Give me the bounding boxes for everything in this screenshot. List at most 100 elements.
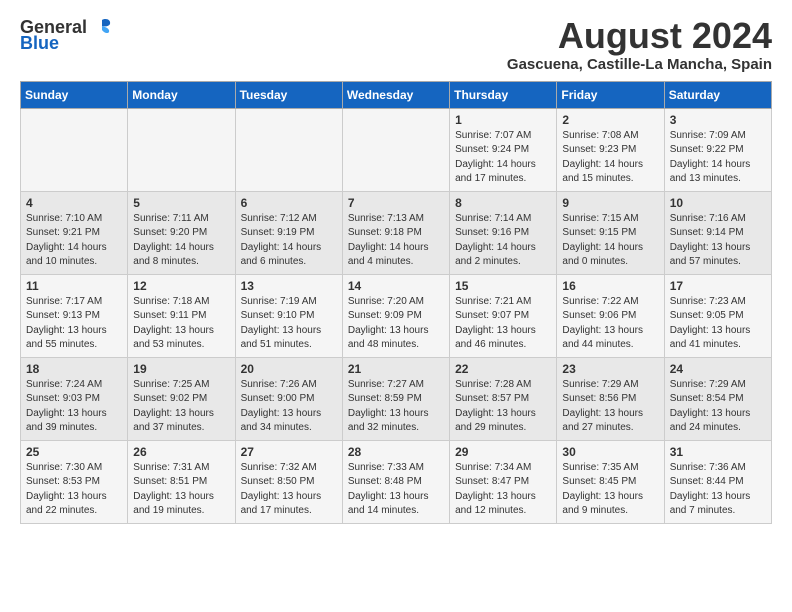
calendar-cell: 9 Sunrise: 7:15 AM Sunset: 9:15 PM Daylig…	[557, 191, 664, 274]
calendar-cell	[128, 108, 235, 191]
day-number: 30	[562, 445, 658, 459]
day-number: 22	[455, 362, 551, 376]
day-number: 6	[241, 196, 337, 210]
weekday-header-thursday: Thursday	[450, 81, 557, 108]
day-number: 18	[26, 362, 122, 376]
day-info: Sunrise: 7:18 AM Sunset: 9:11 PM Dayligh…	[133, 295, 229, 353]
day-info: Sunrise: 7:10 AM Sunset: 9:21 PM Dayligh…	[26, 212, 122, 270]
day-number: 14	[348, 279, 444, 293]
calendar-cell: 6 Sunrise: 7:12 AM Sunset: 9:19 PM Daylig…	[235, 191, 342, 274]
day-number: 29	[455, 445, 551, 459]
calendar-cell: 25 Sunrise: 7:30 AM Sunset: 8:53 PM Dayli…	[21, 440, 128, 523]
calendar-cell: 24 Sunrise: 7:29 AM Sunset: 8:54 PM Dayli…	[664, 357, 771, 440]
day-info: Sunrise: 7:28 AM Sunset: 8:57 PM Dayligh…	[455, 378, 551, 436]
calendar-table: SundayMondayTuesdayWednesdayThursdayFrid…	[20, 81, 772, 524]
day-number: 13	[241, 279, 337, 293]
main-title: August 2024	[507, 16, 772, 56]
day-info: Sunrise: 7:26 AM Sunset: 9:00 PM Dayligh…	[241, 378, 337, 436]
calendar-cell: 17 Sunrise: 7:23 AM Sunset: 9:05 PM Dayli…	[664, 274, 771, 357]
weekday-header-friday: Friday	[557, 81, 664, 108]
calendar-cell: 10Sunrise: 7:16 AM Sunset: 9:14 PM Dayli…	[664, 191, 771, 274]
day-info: Sunrise: 7:20 AM Sunset: 9:09 PM Dayligh…	[348, 295, 444, 353]
calendar-cell: 21 Sunrise: 7:27 AM Sunset: 8:59 PM Dayli…	[342, 357, 449, 440]
weekday-header-wednesday: Wednesday	[342, 81, 449, 108]
calendar-cell: 14 Sunrise: 7:20 AM Sunset: 9:09 PM Dayli…	[342, 274, 449, 357]
day-number: 19	[133, 362, 229, 376]
day-number: 2	[562, 113, 658, 127]
weekday-header-saturday: Saturday	[664, 81, 771, 108]
day-info: Sunrise: 7:24 AM Sunset: 9:03 PM Dayligh…	[26, 378, 122, 436]
calendar-week-row: 11 Sunrise: 7:17 AM Sunset: 9:13 PM Dayli…	[21, 274, 772, 357]
day-number: 3	[670, 113, 766, 127]
day-info: Sunrise: 7:14 AM Sunset: 9:16 PM Dayligh…	[455, 212, 551, 270]
day-info: Sunrise: 7:12 AM Sunset: 9:19 PM Dayligh…	[241, 212, 337, 270]
weekday-header-sunday: Sunday	[21, 81, 128, 108]
subtitle: Gascuena, Castille-La Mancha, Spain	[507, 56, 772, 73]
calendar-cell: 31 Sunrise: 7:36 AM Sunset: 8:44 PM Dayli…	[664, 440, 771, 523]
day-info: Sunrise: 7:22 AM Sunset: 9:06 PM Dayligh…	[562, 295, 658, 353]
day-number: 25	[26, 445, 122, 459]
day-number: 10	[670, 196, 766, 210]
day-info: Sunrise: 7:30 AM Sunset: 8:53 PM Dayligh…	[26, 461, 122, 519]
calendar-cell: 26 Sunrise: 7:31 AM Sunset: 8:51 PM Dayli…	[128, 440, 235, 523]
day-info: Sunrise: 7:19 AM Sunset: 9:10 PM Dayligh…	[241, 295, 337, 353]
day-number: 17	[670, 279, 766, 293]
day-info: Sunrise: 7:31 AM Sunset: 8:51 PM Dayligh…	[133, 461, 229, 519]
day-info: Sunrise: 7:09 AM Sunset: 9:22 PM Dayligh…	[670, 129, 766, 187]
day-number: 11	[26, 279, 122, 293]
logo-bird-icon	[91, 16, 113, 38]
weekday-header-monday: Monday	[128, 81, 235, 108]
day-info: Sunrise: 7:07 AM Sunset: 9:24 PM Dayligh…	[455, 129, 551, 187]
day-number: 15	[455, 279, 551, 293]
day-info: Sunrise: 7:34 AM Sunset: 8:47 PM Dayligh…	[455, 461, 551, 519]
day-info: Sunrise: 7:35 AM Sunset: 8:45 PM Dayligh…	[562, 461, 658, 519]
day-number: 27	[241, 445, 337, 459]
calendar-cell: 15Sunrise: 7:21 AM Sunset: 9:07 PM Dayli…	[450, 274, 557, 357]
title-area: August 2024 Gascuena, Castille-La Mancha…	[507, 16, 772, 73]
calendar-cell: 3 Sunrise: 7:09 AM Sunset: 9:22 PM Daylig…	[664, 108, 771, 191]
day-number: 7	[348, 196, 444, 210]
calendar-cell: 29 Sunrise: 7:34 AM Sunset: 8:47 PM Dayli…	[450, 440, 557, 523]
calendar-cell: 28 Sunrise: 7:33 AM Sunset: 8:48 PM Dayli…	[342, 440, 449, 523]
day-info: Sunrise: 7:23 AM Sunset: 9:05 PM Dayligh…	[670, 295, 766, 353]
calendar-cell: 2 Sunrise: 7:08 AM Sunset: 9:23 PM Daylig…	[557, 108, 664, 191]
day-info: Sunrise: 7:29 AM Sunset: 8:54 PM Dayligh…	[670, 378, 766, 436]
calendar-cell: 4 Sunrise: 7:10 AM Sunset: 9:21 PM Daylig…	[21, 191, 128, 274]
calendar-cell	[21, 108, 128, 191]
day-info: Sunrise: 7:33 AM Sunset: 8:48 PM Dayligh…	[348, 461, 444, 519]
calendar-cell: 13 Sunrise: 7:19 AM Sunset: 9:10 PM Dayli…	[235, 274, 342, 357]
logo-text-blue: Blue	[20, 34, 59, 52]
day-number: 9	[562, 196, 658, 210]
day-number: 28	[348, 445, 444, 459]
calendar-cell	[235, 108, 342, 191]
day-number: 12	[133, 279, 229, 293]
day-number: 5	[133, 196, 229, 210]
day-number: 21	[348, 362, 444, 376]
weekday-header-row: SundayMondayTuesdayWednesdayThursdayFrid…	[21, 81, 772, 108]
day-info: Sunrise: 7:13 AM Sunset: 9:18 PM Dayligh…	[348, 212, 444, 270]
day-number: 16	[562, 279, 658, 293]
day-number: 8	[455, 196, 551, 210]
day-number: 26	[133, 445, 229, 459]
day-info: Sunrise: 7:17 AM Sunset: 9:13 PM Dayligh…	[26, 295, 122, 353]
day-number: 31	[670, 445, 766, 459]
day-info: Sunrise: 7:11 AM Sunset: 9:20 PM Dayligh…	[133, 212, 229, 270]
calendar-cell: 16 Sunrise: 7:22 AM Sunset: 9:06 PM Dayli…	[557, 274, 664, 357]
calendar-week-row: 1Sunrise: 7:07 AM Sunset: 9:24 PM Daylig…	[21, 108, 772, 191]
day-info: Sunrise: 7:15 AM Sunset: 9:15 PM Dayligh…	[562, 212, 658, 270]
day-info: Sunrise: 7:36 AM Sunset: 8:44 PM Dayligh…	[670, 461, 766, 519]
calendar-cell: 11 Sunrise: 7:17 AM Sunset: 9:13 PM Dayli…	[21, 274, 128, 357]
day-number: 4	[26, 196, 122, 210]
day-number: 20	[241, 362, 337, 376]
calendar-cell: 20 Sunrise: 7:26 AM Sunset: 9:00 PM Dayli…	[235, 357, 342, 440]
day-number: 24	[670, 362, 766, 376]
day-info: Sunrise: 7:08 AM Sunset: 9:23 PM Dayligh…	[562, 129, 658, 187]
calendar-cell: 12 Sunrise: 7:18 AM Sunset: 9:11 PM Dayli…	[128, 274, 235, 357]
day-info: Sunrise: 7:29 AM Sunset: 8:56 PM Dayligh…	[562, 378, 658, 436]
calendar-cell: 27Sunrise: 7:32 AM Sunset: 8:50 PM Dayli…	[235, 440, 342, 523]
calendar-week-row: 4 Sunrise: 7:10 AM Sunset: 9:21 PM Daylig…	[21, 191, 772, 274]
calendar-cell: 30 Sunrise: 7:35 AM Sunset: 8:45 PM Dayli…	[557, 440, 664, 523]
day-info: Sunrise: 7:27 AM Sunset: 8:59 PM Dayligh…	[348, 378, 444, 436]
calendar-week-row: 18 Sunrise: 7:24 AM Sunset: 9:03 PM Dayli…	[21, 357, 772, 440]
calendar-cell: 7 Sunrise: 7:13 AM Sunset: 9:18 PM Daylig…	[342, 191, 449, 274]
